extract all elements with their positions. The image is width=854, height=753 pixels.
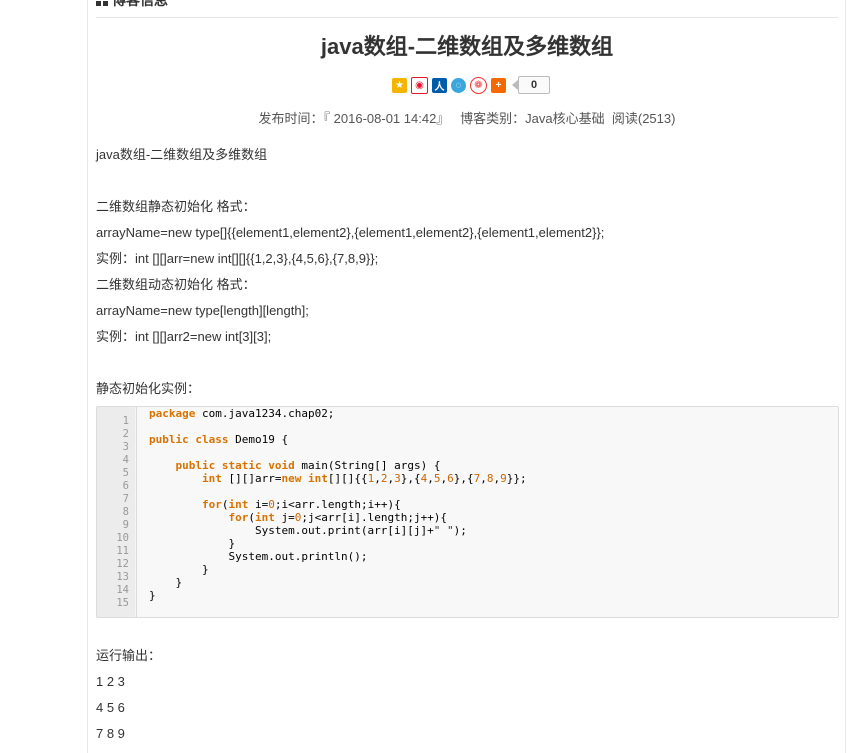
code-line: package com.java1234.chap02; — [149, 407, 335, 420]
line-number: 1 — [122, 415, 129, 427]
article-title: java数组-二维数组及多维数组 — [320, 34, 614, 59]
code-line: System.out.println(); — [149, 550, 368, 563]
content-paragraph: java数组-二维数组及多维数组 — [96, 147, 268, 162]
content-paragraph: 实例：int [][]arr=new int[][]{{1,2,3},{4,5,… — [96, 251, 379, 266]
line-number: 6 — [122, 480, 129, 492]
content-paragraph: 运行输出： — [96, 648, 162, 663]
line-number: 15 — [116, 597, 129, 609]
line-number: 14 — [116, 584, 129, 596]
published-label: 发布时间： — [258, 111, 324, 126]
share-counter[interactable]: 0 — [512, 76, 551, 94]
share-count: 0 — [518, 76, 551, 94]
content-paragraph: 实例：int [][]arr2=new int[3][3]; — [96, 329, 272, 344]
line-number: 7 — [122, 493, 129, 505]
code-line: } — [149, 563, 209, 576]
line-number: 10 — [116, 532, 129, 544]
category-link[interactable]: Java核心基础 — [525, 111, 604, 126]
renren-icon[interactable]: 人 — [432, 77, 447, 93]
code-line: } — [149, 537, 236, 550]
header-divider — [96, 17, 838, 18]
content-paragraph: arrayName=new type[]{{element1,element2}… — [96, 225, 605, 240]
code-line: System.out.print(arr[i][j]+" "); — [149, 524, 467, 537]
code-line: for(int i=0;i<arr.length;i++){ — [201, 498, 401, 511]
content-paragraph: 二维数组动态初始化 格式： — [96, 277, 256, 292]
output-line: 4 5 6 — [96, 700, 125, 715]
more-icon[interactable]: + — [491, 77, 506, 93]
line-number: 9 — [122, 519, 129, 531]
line-number: 8 — [122, 506, 129, 518]
page-border-right — [845, 0, 846, 753]
line-number: 3 — [122, 441, 129, 453]
page-border-left — [87, 0, 88, 753]
published-value: 『 2016-08-01 14:42』 — [323, 111, 450, 126]
line-number-gutter: 1 2 3 4 5 6 7 8 9 10 11 12 13 14 15 — [97, 407, 135, 617]
article-meta: 发布时间：『 2016-08-01 14:42』 博客类别：Java核心基础 阅… — [96, 110, 838, 128]
weibo-icon[interactable]: ◉ — [411, 76, 428, 94]
code-line: } — [149, 576, 183, 589]
read-count: 阅读(2513) — [611, 111, 676, 126]
code-block: 1 2 3 4 5 6 7 8 9 10 11 12 13 14 15 package com.java12… — [96, 406, 839, 618]
line-number: 12 — [116, 558, 129, 570]
grid-icon — [96, 0, 108, 6]
code-line: } — [149, 589, 156, 602]
line-number: 5 — [122, 467, 129, 479]
content-paragraph: 二维数组静态初始化 格式： — [96, 199, 256, 214]
kaixin-icon[interactable]: ❁ — [470, 76, 487, 94]
line-number: 4 — [122, 454, 129, 466]
code-line: int [][]arr=new int[][]{{1,2,3},{4,5,6},… — [201, 472, 527, 485]
section-header: 博客信息 — [96, 0, 168, 8]
code-line: public class Demo19 { — [149, 433, 289, 446]
code-line: for(int j=0;j<arr[i].length;j++){ — [228, 511, 448, 524]
tqq-icon[interactable]: ◌ — [451, 77, 466, 93]
content-paragraph: arrayName=new type[length][length]; — [96, 303, 309, 318]
share-bar: ★ ◉ 人 ◌ ❁ + 0 — [392, 76, 551, 94]
code-area: package com.java1234.chap02; public class… — [136, 407, 838, 617]
content-paragraph: 静态初始化实例： — [96, 381, 201, 396]
code-line: public static void main(String[] args) { — [175, 459, 441, 472]
section-title: 博客信息 — [112, 0, 168, 8]
output-line: 1 2 3 — [96, 674, 125, 689]
line-number: 13 — [116, 571, 129, 583]
qzone-icon[interactable]: ★ — [392, 77, 407, 93]
output-line: 7 8 9 — [96, 726, 125, 741]
line-number: 11 — [116, 545, 129, 557]
line-number: 2 — [122, 428, 129, 440]
category-label: 博客类别： — [460, 111, 526, 126]
